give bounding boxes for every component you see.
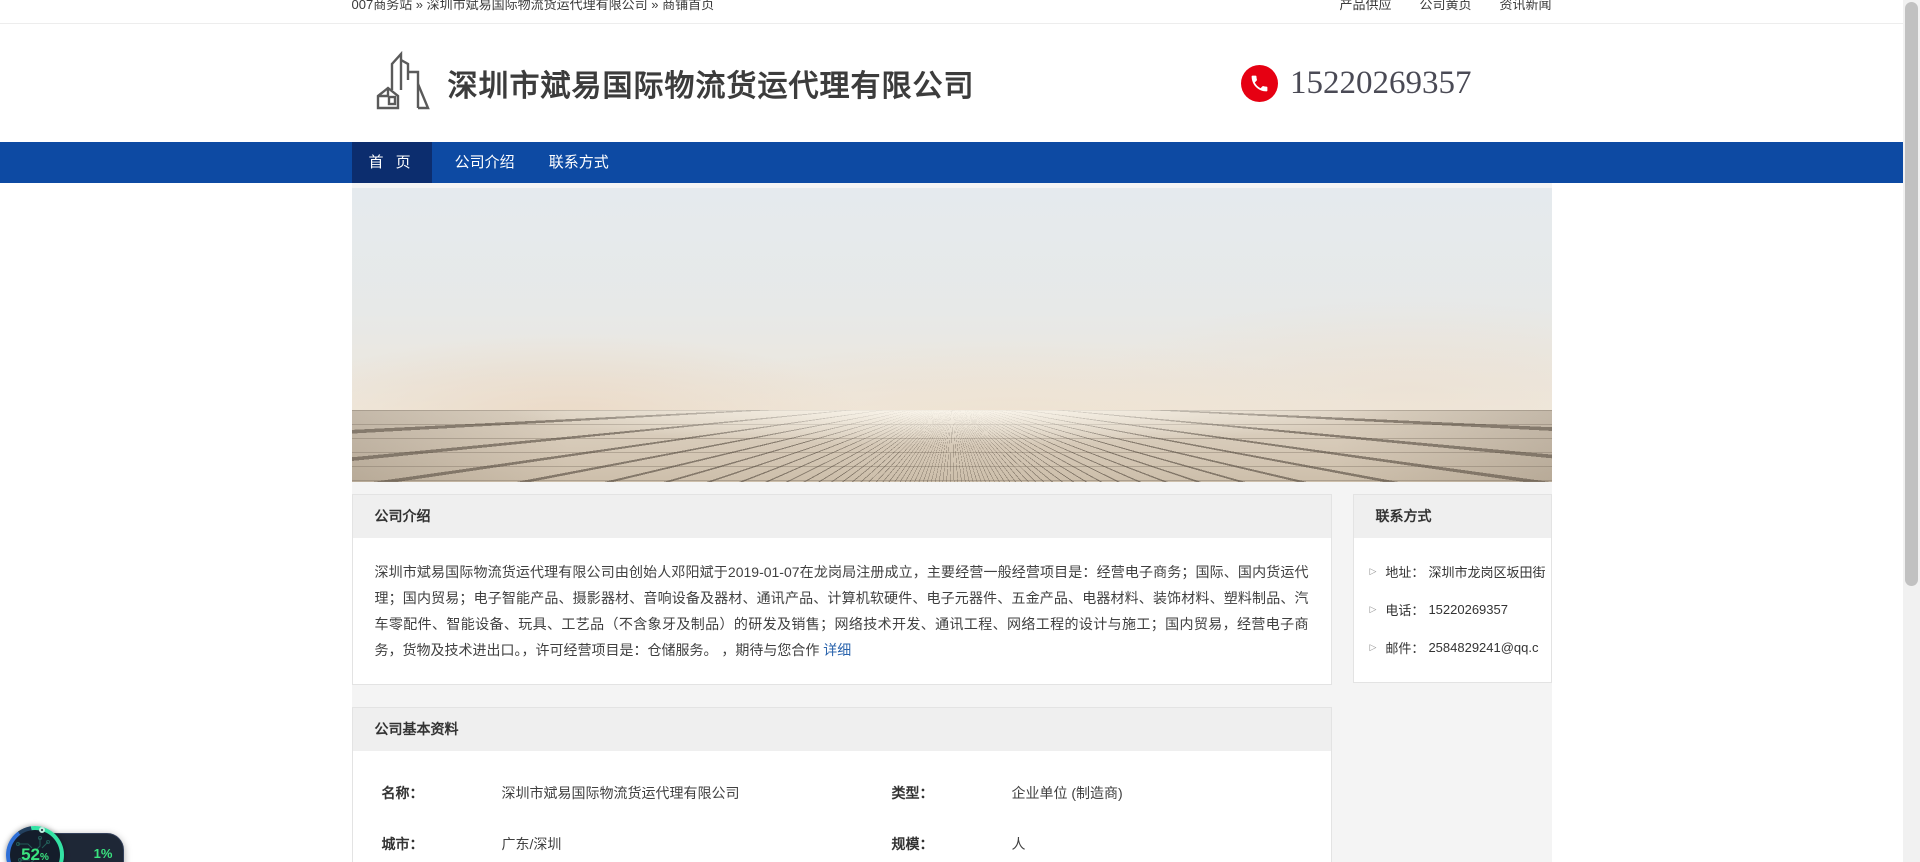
cpu-gauge-percent: 52% <box>21 845 49 862</box>
contact-item-email: ▷ 邮件： 2584829241@qq.c <box>1369 639 1539 656</box>
company-intro-text: 深圳市斌易国际物流货运代理有限公司由创始人邓阳斌于2019-01-07在龙岗局注… <box>353 538 1331 684</box>
triangle-bullet-icon: ▷ <box>1369 565 1377 576</box>
header-phone-number: 15220269357 <box>1290 64 1472 101</box>
top-link-news[interactable]: 资讯新闻 <box>1499 0 1551 13</box>
contact-box-title: 联系方式 <box>1353 495 1551 538</box>
top-link-products[interactable]: 产品供应 <box>1339 0 1391 13</box>
basic-info-box: 公司基本资料 名称： 深圳市斌易国际物流货运代理有限公司 类型： 企业单位 (制… <box>351 707 1332 862</box>
top-bar: 007商务站 » 深圳市斌易国际物流货运代理有限公司 » 商铺首页 产品供应 公… <box>0 0 1903 24</box>
main-nav: 首 页 公司介绍 联系方式 <box>0 142 1903 183</box>
breadcrumb[interactable]: 007商务站 » 深圳市斌易国际物流货运代理有限公司 » 商铺首页 <box>352 0 715 13</box>
basic-info-row: 城市： 广东/深圳 规模： 人 <box>381 836 1026 852</box>
gauge-marker-dot <box>39 827 45 833</box>
triangle-bullet-icon: ▷ <box>1369 603 1377 614</box>
banner-image <box>351 188 1552 482</box>
nav-item-contact[interactable]: 联系方式 <box>532 142 626 183</box>
cpu-gauge-icon: 52% <box>6 826 64 862</box>
cpu-monitor-widget[interactable]: 1% CPU负载 52% <box>6 826 136 862</box>
scrollbar-thumb[interactable] <box>1905 2 1918 586</box>
site-header: 深圳市斌易国际物流货运代理有限公司 15220269357 <box>0 24 1903 142</box>
banner-boardwalk <box>351 410 1552 482</box>
header-phone: 15220269357 <box>1241 64 1472 102</box>
phone-icon <box>1241 64 1278 102</box>
scrollbar-track[interactable] <box>1903 0 1920 862</box>
company-intro-box: 公司介绍 深圳市斌易国际物流货运代理有限公司由创始人邓阳斌于2019-01-07… <box>351 494 1332 685</box>
nav-item-company-intro[interactable]: 公司介绍 <box>438 142 532 183</box>
company-logo-buildings-icon <box>374 50 432 117</box>
top-link-yellowpages[interactable]: 公司黄页 <box>1419 0 1471 13</box>
top-links: 产品供应 公司黄页 资讯新闻 <box>1339 0 1551 13</box>
contact-item-phone: ▷ 电话： 15220269357 <box>1369 601 1508 618</box>
contact-item-address: ▷ 地址： 深圳市龙岗区坂田街 <box>1369 564 1546 580</box>
page: 007商务站 » 深圳市斌易国际物流货运代理有限公司 » 商铺首页 产品供应 公… <box>0 0 1903 862</box>
triangle-bullet-icon: ▷ <box>1369 641 1377 652</box>
cpu-load-value: 1% <box>93 846 113 861</box>
detail-link[interactable]: 详细 <box>823 642 851 658</box>
basic-info-title: 公司基本资料 <box>352 708 1331 751</box>
main-content: 公司介绍 深圳市斌易国际物流货运代理有限公司由创始人邓阳斌于2019-01-07… <box>351 183 1552 862</box>
company-intro-title: 公司介绍 <box>352 495 1331 538</box>
basic-info-row: 名称： 深圳市斌易国际物流货运代理有限公司 类型： 企业单位 (制造商) <box>381 785 1123 801</box>
company-name: 深圳市斌易国际物流货运代理有限公司 <box>447 70 975 103</box>
contact-box: 联系方式 ▷ 地址： 深圳市龙岗区坂田街 ▷ 电话： 15220269357 ▷… <box>1352 494 1552 683</box>
nav-item-home[interactable]: 首 页 <box>351 142 432 183</box>
